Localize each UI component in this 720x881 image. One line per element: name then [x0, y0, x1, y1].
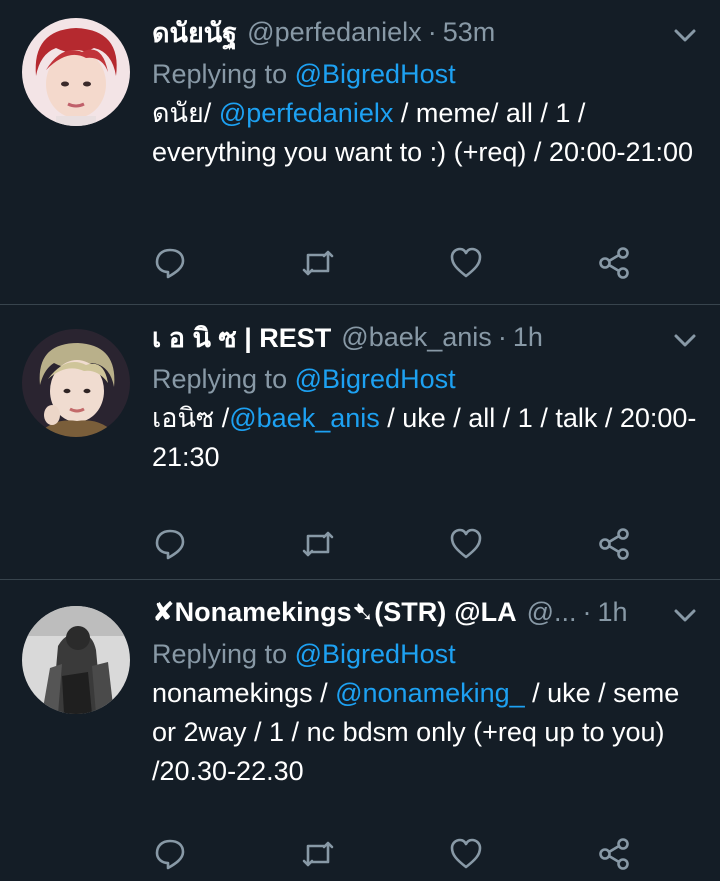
tweet-mention[interactable]: @baek_anis — [229, 403, 380, 433]
tweet-mention[interactable]: @nonameking_ — [335, 678, 525, 708]
user-handle[interactable]: @baek_anis — [341, 322, 492, 353]
separator: · — [427, 16, 437, 47]
retweet-icon[interactable] — [300, 245, 336, 281]
replying-to: Replying to @BigredHost — [152, 359, 700, 399]
like-icon[interactable] — [448, 526, 484, 562]
timestamp[interactable]: 1h — [513, 322, 543, 353]
display-name[interactable]: ✘Nonamekings➷(STR) — [152, 597, 446, 628]
tweet[interactable]: เ อ นิ ซ | REST @baek_anis · 1h Replying… — [0, 305, 720, 580]
reply-icon[interactable] — [152, 245, 188, 281]
reply-to-mention[interactable]: @BigredHost — [295, 59, 456, 89]
reply-prefix: Replying to — [152, 59, 288, 89]
user-handle[interactable]: @... — [527, 597, 577, 628]
tweet-text-pre: nonamekings / — [152, 678, 336, 708]
like-icon[interactable] — [448, 836, 484, 872]
share-icon[interactable] — [596, 245, 632, 281]
retweet-icon[interactable] — [300, 836, 336, 872]
timestamp[interactable]: 1h — [598, 597, 628, 628]
reply-to-mention[interactable]: @BigredHost — [295, 639, 456, 669]
display-name[interactable]: เ อ นิ ซ | REST — [152, 316, 331, 359]
reply-icon[interactable] — [152, 526, 188, 562]
tweet-text: ดนัย/ @perfedanielx / meme/ all / 1 / ev… — [152, 94, 700, 172]
chevron-down-icon[interactable] — [670, 20, 700, 50]
replying-to: Replying to @BigredHost — [152, 54, 700, 94]
reply-icon[interactable] — [152, 836, 188, 872]
tweet[interactable]: ดนัยนัฐ @perfedanielx · 53m Replying to … — [0, 0, 720, 305]
avatar[interactable] — [22, 606, 130, 714]
display-name[interactable]: ดนัยนัฐ — [152, 11, 237, 54]
chevron-down-icon[interactable] — [670, 325, 700, 355]
like-icon[interactable] — [448, 245, 484, 281]
replying-to: Replying to @BigredHost — [152, 634, 700, 674]
action-bar — [152, 836, 632, 872]
action-bar — [152, 526, 632, 562]
share-icon[interactable] — [596, 836, 632, 872]
share-icon[interactable] — [596, 526, 632, 562]
user-handle[interactable]: @perfedanielx — [247, 17, 422, 48]
tweet-text: nonamekings / @nonameking_ / uke / seme … — [152, 674, 700, 791]
avatar[interactable] — [22, 18, 130, 126]
tweet[interactable]: ✘Nonamekings➷(STR) @LA @... · 1h Replyin… — [0, 580, 720, 881]
tweet-text-pre: เอนิซ / — [152, 403, 230, 433]
reply-prefix: Replying to — [152, 364, 288, 394]
reply-to-mention[interactable]: @BigredHost — [295, 364, 456, 394]
chevron-down-icon[interactable] — [670, 600, 700, 630]
reply-prefix: Replying to — [152, 639, 288, 669]
tweet-mention[interactable]: @perfedanielx — [219, 98, 394, 128]
avatar[interactable] — [22, 329, 130, 437]
tweet-text: เอนิซ /@baek_anis / uke / all / 1 / talk… — [152, 399, 700, 477]
tweet-text-pre: ดนัย/ — [152, 98, 219, 128]
display-name-suffix[interactable]: @LA — [454, 597, 516, 628]
retweet-icon[interactable] — [300, 526, 336, 562]
action-bar — [152, 245, 632, 281]
separator: · — [497, 321, 507, 352]
separator: · — [582, 596, 592, 627]
timestamp[interactable]: 53m — [443, 17, 496, 48]
